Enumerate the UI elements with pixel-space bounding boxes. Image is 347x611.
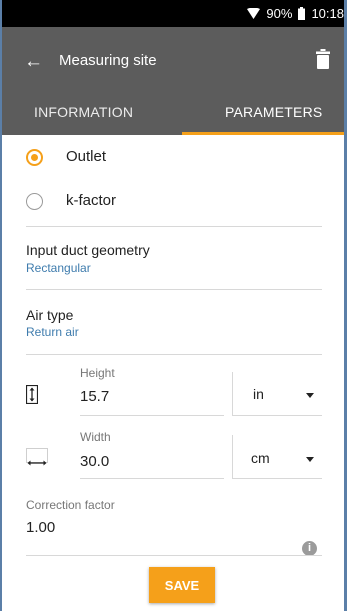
- battery-icon: [298, 7, 306, 20]
- page-title: Measuring site: [59, 52, 157, 69]
- width-value[interactable]: 30.0: [80, 453, 109, 470]
- unit-separator: [232, 435, 233, 479]
- k-factor-label[interactable]: k-factor: [66, 192, 116, 209]
- tab-parameters[interactable]: PARAMETERS: [225, 104, 322, 120]
- height-label: Height: [80, 366, 115, 380]
- status-bar: 90% 10:18: [2, 0, 344, 27]
- unit-separator: [232, 372, 233, 416]
- height-unit: in: [253, 386, 264, 402]
- height-input-underline: [80, 415, 224, 416]
- divider: [26, 289, 322, 290]
- duct-geometry-label: Input duct geometry: [26, 242, 150, 258]
- trash-icon[interactable]: [316, 49, 330, 69]
- clock: 10:18: [311, 6, 344, 21]
- outlet-radio[interactable]: [26, 149, 43, 166]
- chevron-down-icon: [306, 393, 314, 398]
- air-type-label: Air type: [26, 307, 74, 323]
- save-button[interactable]: SAVE: [149, 567, 215, 603]
- width-label: Width: [80, 430, 111, 444]
- air-type-value: Return air: [26, 325, 79, 339]
- correction-factor-underline: [26, 555, 322, 556]
- k-factor-radio[interactable]: [26, 193, 43, 210]
- width-input-underline: [80, 478, 224, 479]
- width-icon: [26, 448, 48, 466]
- divider: [26, 226, 322, 227]
- wifi-icon: [247, 8, 261, 19]
- tab-information[interactable]: INFORMATION: [34, 104, 133, 120]
- active-tab-indicator: [182, 132, 344, 135]
- height-icon: [26, 385, 38, 404]
- correction-factor-value[interactable]: 1.00: [26, 519, 55, 536]
- battery-percent: 90%: [266, 6, 293, 21]
- back-arrow-icon[interactable]: ←: [24, 52, 43, 71]
- height-value[interactable]: 15.7: [80, 388, 109, 405]
- width-unit: cm: [251, 450, 270, 466]
- info-icon[interactable]: i: [302, 541, 317, 556]
- divider: [26, 354, 322, 355]
- divider: [232, 415, 322, 416]
- correction-factor-label: Correction factor: [26, 498, 115, 512]
- chevron-down-icon: [306, 457, 314, 462]
- duct-geometry-value: Rectangular: [26, 261, 91, 275]
- outlet-label[interactable]: Outlet: [66, 148, 106, 165]
- divider: [232, 478, 322, 479]
- app-bar: ← Measuring site INFORMATION PARAMETERS: [2, 27, 344, 135]
